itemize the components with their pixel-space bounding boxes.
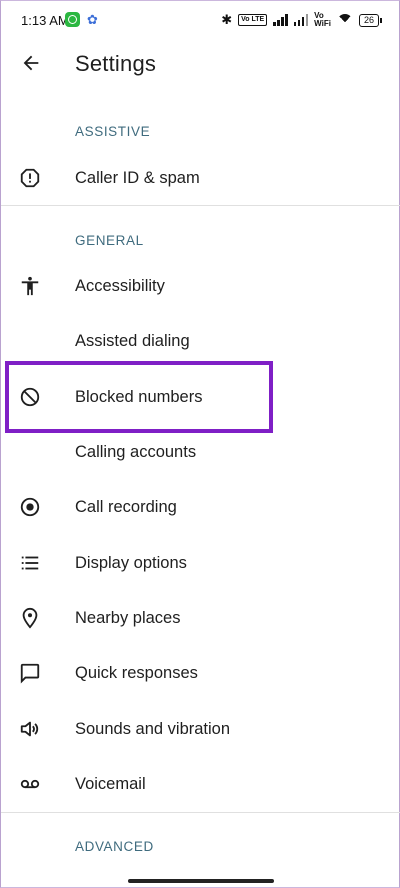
status-icons: ✱ Vo LTE Vo WiFi 26	[221, 12, 383, 28]
settings-item-label: Accessibility	[75, 276, 165, 295]
record-icon	[18, 495, 42, 519]
app-bar: Settings	[1, 39, 400, 89]
message-icon	[18, 661, 42, 685]
divider	[1, 205, 400, 206]
vowifi-icon: Vo WiFi	[314, 12, 331, 28]
battery-icon: 26	[358, 13, 383, 27]
location-pin-icon	[18, 606, 42, 630]
wifi-icon	[336, 14, 353, 26]
page-title: Settings	[75, 51, 157, 76]
arrow-back-icon	[23, 55, 39, 71]
settings-item-call-recording[interactable]: Call recording	[1, 480, 400, 534]
status-bar: 1:13 AM ✿ ✱ Vo LTE Vo WiFi 26	[1, 1, 400, 39]
highlight-box	[5, 361, 273, 433]
signal-icon-1	[273, 14, 288, 26]
volume-icon	[18, 717, 42, 741]
settings-item-label: Quick responses	[75, 663, 198, 682]
alert-octagon-icon	[18, 166, 42, 190]
section-assistive: ASSISTIVE	[75, 124, 151, 139]
settings-item-quick-responses[interactable]: Quick responses	[1, 646, 400, 700]
list-icon	[18, 551, 42, 575]
volte-icon: Vo LTE	[238, 14, 268, 26]
settings-item-voicemail[interactable]: Voicemail	[1, 757, 400, 811]
divider	[1, 812, 400, 813]
settings-item-display-options[interactable]: Display options	[1, 536, 400, 590]
voicemail-icon	[18, 772, 42, 796]
signal-icon-2	[293, 14, 309, 26]
back-button[interactable]	[13, 45, 49, 81]
status-time: 1:13 AM	[21, 13, 69, 28]
settings-item-label: Call recording	[75, 497, 177, 516]
whatsapp-notification-icon	[65, 12, 80, 27]
settings-item-calling-accounts[interactable]: Calling accounts	[1, 425, 400, 479]
accessibility-icon	[18, 274, 42, 298]
settings-item-label: Assisted dialing	[75, 331, 190, 350]
settings-notification-icon: ✿	[87, 12, 98, 27]
settings-item-label: Display options	[75, 553, 187, 572]
settings-item-label: Nearby places	[75, 608, 181, 627]
vowifi-bottom: WiFi	[314, 19, 331, 28]
settings-item-label: Calling accounts	[75, 442, 197, 461]
settings-item-accessibility[interactable]: Accessibility	[1, 259, 400, 313]
settings-item-label: Sounds and vibration	[75, 719, 231, 738]
settings-item-label: Voicemail	[75, 774, 146, 793]
section-advanced: ADVANCED	[75, 839, 154, 854]
section-general: GENERAL	[75, 233, 144, 248]
settings-item-nearby-places[interactable]: Nearby places	[1, 591, 400, 645]
settings-item-sounds-vibration[interactable]: Sounds and vibration	[1, 702, 400, 756]
screen-frame: 1:13 AM ✿ ✱ Vo LTE Vo WiFi 26 Settings AS…	[0, 0, 400, 888]
gesture-bar[interactable]	[128, 879, 274, 883]
settings-item-label: Caller ID & spam	[75, 168, 200, 187]
settings-item-caller-id[interactable]: Caller ID & spam	[1, 151, 400, 205]
bluetooth-icon: ✱	[221, 12, 233, 27]
settings-item-assisted-dialing[interactable]: Assisted dialing	[1, 314, 400, 368]
